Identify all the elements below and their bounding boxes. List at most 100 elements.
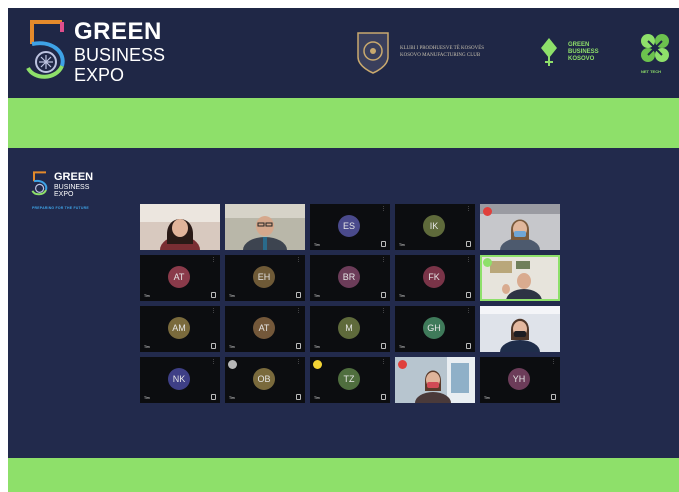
participant-avatar: YH [508,368,530,390]
participant-name: Tim [229,294,235,298]
participant-avatar: FK [423,266,445,288]
participant-tile[interactable]: NK ⋮ Tim [140,357,220,403]
more-options-icon[interactable]: ⋮ [296,258,301,263]
mic-icon [211,343,216,349]
participant-name: Tim [229,396,235,400]
participant-name: Tim [399,294,405,298]
participant-tile[interactable]: BR ⋮ Tim [310,255,390,301]
more-options-icon[interactable]: ⋮ [381,258,386,263]
video-call-area: GREEN BUSINESS EXPO PREPARING FOR THE FU… [8,148,679,458]
mic-icon [466,241,471,247]
participant-avatar: EH [253,266,275,288]
gbk-line-3: KOSOVO [568,56,595,63]
participant-video [480,306,560,352]
participant-name: Tim [399,243,405,247]
participant-tile[interactable] [480,306,560,352]
participant-name: Tim [144,294,150,298]
status-badge-icon [228,360,237,369]
green-banner-bottom [8,458,679,492]
mic-icon [466,343,471,349]
more-options-icon[interactable]: ⋮ [466,309,471,314]
mic-icon [296,394,301,400]
kmc-label: KLUBI I PRODHUESVE TË KOSOVËS KOSOVO MAN… [400,45,520,59]
sidebar-logo-line-3: EXPO [54,190,74,198]
more-options-icon[interactable]: ⋮ [551,360,556,365]
net-tech-label: NET TECH [641,69,661,74]
participant-tile[interactable]: GH ⋮ Tim [395,306,475,352]
participant-video [480,255,560,301]
logo-line-expo: EXPO [74,65,125,85]
gbk-line-2: BUSINESS [568,49,599,56]
kmc-line-albanian: KLUBI I PRODHUESVE TË KOSOVËS [400,46,485,51]
more-options-icon[interactable]: ⋮ [211,360,216,365]
logo-line-business: BUSINESS [74,45,166,65]
sidebar-logo-line-2: BUSINESS [54,183,90,191]
status-badge-icon [398,360,407,369]
participant-tile[interactable]: AT ⋮ Tim [225,306,305,352]
more-options-icon[interactable]: ⋮ [296,360,301,365]
gbk-line-1: GREEN [568,42,590,48]
green-business-kosovo-label: GREEN BUSINESS KOSOVO [568,42,599,64]
participant-tile[interactable]: M ⋮ Tim [310,306,390,352]
green-banner-top [8,98,679,148]
more-options-icon[interactable]: ⋮ [381,207,386,212]
meeting-window: GREEN BUSINESS EXPO KLUBI I PRODHUESVE T… [8,8,679,492]
participant-video [395,357,475,403]
sidebar-logo-line-1: GREEN [54,171,94,183]
participant-avatar: TZ [338,368,360,390]
participant-tile[interactable]: AM ⋮ Tim [140,306,220,352]
participant-avatar: ES [338,215,360,237]
participant-name: Tim [484,396,490,400]
participant-avatar: AM [168,317,190,339]
sidebar-expo-logo-icon [31,171,48,196]
participant-name: Tim [144,345,150,349]
participant-tile[interactable] [480,204,560,250]
participant-name: Tim [314,243,320,247]
mic-icon [211,394,216,400]
participant-avatar: IK [423,215,445,237]
participant-avatar: M [338,317,360,339]
participant-video [225,204,305,250]
more-options-icon[interactable]: ⋮ [466,258,471,263]
participant-name: Tim [314,396,320,400]
participant-name: Tim [399,345,405,349]
participant-tile[interactable] [225,204,305,250]
green-business-kosovo-icon [541,38,557,66]
mic-icon [381,241,386,247]
participant-video [480,204,560,250]
header-bar: GREEN BUSINESS EXPO KLUBI I PRODHUESVE T… [8,8,679,98]
participant-avatar: OB [253,368,275,390]
participant-tile[interactable] [395,357,475,403]
participant-name: Tim [144,396,150,400]
mic-icon [296,343,301,349]
participant-tile[interactable]: ES ⋮ Tim [310,204,390,250]
participant-tile[interactable]: TZ ⋮ Tim [310,357,390,403]
mic-icon [381,292,386,298]
net-tech-logo-icon [641,34,669,62]
participant-tile[interactable]: IK ⋮ Tim [395,204,475,250]
kmc-line-english: KOSOVO MANUFACTURING CLUB [400,53,481,58]
participant-tile[interactable]: EH ⋮ Tim [225,255,305,301]
more-options-icon[interactable]: ⋮ [296,309,301,314]
status-badge-icon [483,258,492,267]
participant-name: Tim [314,345,320,349]
participant-tile[interactable] [140,204,220,250]
participant-name: Tim [229,345,235,349]
more-options-icon[interactable]: ⋮ [211,309,216,314]
participant-tile[interactable]: OB ⋮ Tim [225,357,305,403]
participant-video [140,204,220,250]
status-badge-icon [483,207,492,216]
mic-icon [551,394,556,400]
participant-tile[interactable]: FK ⋮ Tim [395,255,475,301]
more-options-icon[interactable]: ⋮ [381,360,386,365]
more-options-icon[interactable]: ⋮ [211,258,216,263]
more-options-icon[interactable]: ⋮ [466,207,471,212]
more-options-icon[interactable]: ⋮ [381,309,386,314]
mic-icon [211,292,216,298]
participant-tile[interactable]: AT ⋮ Tim [140,255,220,301]
participant-tile[interactable]: YH ⋮ Tim [480,357,560,403]
participant-tile[interactable] [480,255,560,301]
green-business-expo-logo-icon [26,20,65,79]
kosovo-manufacturing-club-crest-icon [357,32,389,74]
mic-icon [466,292,471,298]
